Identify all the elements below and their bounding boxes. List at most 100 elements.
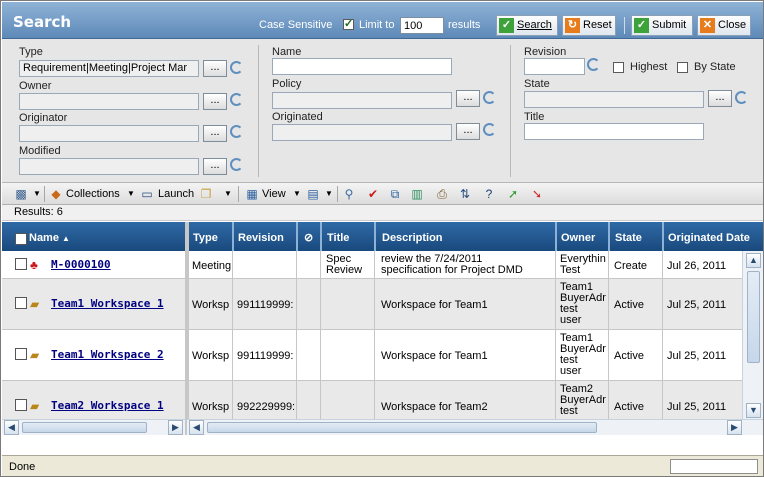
sort-icon[interactable]: ⇅ bbox=[458, 187, 472, 201]
attachment-icon[interactable]: ⊘ bbox=[298, 222, 320, 251]
column-header-type[interactable]: Type bbox=[187, 222, 231, 251]
originated-field[interactable] bbox=[272, 124, 452, 141]
row-checkbox[interactable] bbox=[15, 348, 27, 360]
modified-chooser-button[interactable]: ... bbox=[203, 158, 227, 175]
frozen-scroll-thumb[interactable] bbox=[22, 422, 147, 433]
view-menu[interactable]: View bbox=[262, 186, 286, 202]
row-name-link[interactable]: Team1 Workspace 1 bbox=[51, 297, 164, 310]
search-button[interactable]: ✓ Search bbox=[496, 15, 558, 36]
table-row[interactable]: ♣ M-0000100 Meeting Spec Review review t… bbox=[2, 251, 743, 279]
column-header-owner[interactable]: Owner bbox=[555, 222, 607, 251]
originator-chooser-button[interactable]: ... bbox=[203, 125, 227, 142]
column-separator bbox=[258, 45, 259, 177]
table-icon[interactable]: ▤ bbox=[306, 187, 320, 201]
row-checkbox[interactable] bbox=[15, 258, 27, 270]
policy-refresh-icon[interactable] bbox=[483, 91, 496, 104]
vertical-scrollbar[interactable]: ▲ ▼ bbox=[742, 251, 763, 419]
originator-label: Originator bbox=[19, 112, 68, 124]
scroll-right-button[interactable]: ▶ bbox=[727, 420, 742, 435]
frozen-column-divider[interactable] bbox=[185, 222, 189, 435]
frozen-horizontal-scrollbar[interactable]: ◀ ▶ bbox=[2, 419, 185, 435]
by-state-checkbox[interactable] bbox=[677, 62, 688, 73]
row-checkbox[interactable] bbox=[15, 399, 27, 411]
help-icon[interactable]: ? bbox=[482, 187, 496, 201]
type-refresh-icon[interactable] bbox=[230, 61, 243, 74]
print-icon[interactable]: ⎙ bbox=[435, 187, 449, 201]
title-field[interactable] bbox=[524, 123, 704, 140]
type-label: Type bbox=[19, 46, 43, 58]
originated-refresh-icon[interactable] bbox=[483, 123, 496, 136]
collections-chevron-down-icon[interactable]: ▼ bbox=[124, 187, 138, 201]
policy-field[interactable] bbox=[272, 92, 452, 109]
originator-field[interactable] bbox=[19, 125, 199, 142]
binoculars-icon[interactable]: ▩ bbox=[14, 187, 28, 201]
chevron-down-icon[interactable]: ▼ bbox=[30, 187, 44, 201]
column-line bbox=[232, 251, 233, 435]
horizontal-scrollbar[interactable]: ◀ ▶ bbox=[187, 419, 763, 435]
reset-button[interactable]: ↻ Reset bbox=[562, 15, 616, 36]
column-header-title[interactable]: Title bbox=[321, 222, 373, 251]
table-row[interactable]: ▰ Team1 Workspace 2 Worksp 991119999: Wo… bbox=[2, 330, 743, 381]
view-chevron-down-icon[interactable]: ▼ bbox=[290, 187, 304, 201]
column-header-description[interactable]: Description bbox=[376, 222, 554, 251]
modified-refresh-icon[interactable] bbox=[230, 158, 243, 171]
checkmark-icon[interactable]: ✔ bbox=[366, 187, 380, 201]
collections-menu[interactable]: Collections bbox=[66, 186, 120, 202]
scroll-left-button[interactable]: ◀ bbox=[189, 420, 204, 435]
limit-checkbox[interactable] bbox=[343, 17, 354, 30]
close-button-label: Close bbox=[718, 19, 747, 31]
scroll-down-button[interactable]: ▼ bbox=[746, 403, 761, 418]
owner-refresh-icon[interactable] bbox=[230, 93, 243, 106]
title-label: Title bbox=[524, 111, 545, 123]
state-field[interactable] bbox=[524, 91, 704, 108]
arrow-up-icon[interactable]: ➚ bbox=[506, 187, 520, 201]
table-chevron-down-icon[interactable]: ▼ bbox=[322, 187, 336, 201]
type-chooser-button[interactable]: ... bbox=[203, 60, 227, 77]
frozen-scroll-right-button[interactable]: ▶ bbox=[168, 420, 183, 435]
launch-button[interactable]: Launch bbox=[158, 186, 194, 202]
export-icon[interactable]: ▥ bbox=[410, 187, 424, 201]
row-name-link[interactable]: Team2 Workspace 1 bbox=[51, 399, 164, 412]
vertical-scroll-thumb[interactable] bbox=[747, 271, 760, 363]
status-text: Done bbox=[9, 461, 36, 473]
frozen-scroll-left-button[interactable]: ◀ bbox=[4, 420, 19, 435]
scroll-up-button[interactable]: ▲ bbox=[746, 253, 761, 268]
limit-label: Limit to bbox=[359, 19, 395, 31]
revision-refresh-icon[interactable] bbox=[587, 58, 600, 71]
limit-input[interactable] bbox=[400, 17, 444, 34]
compare-icon[interactable]: ⧉ bbox=[388, 187, 402, 201]
originated-chooser-button[interactable]: ... bbox=[456, 123, 480, 140]
arrow-down-icon[interactable]: ➘ bbox=[530, 187, 544, 201]
horizontal-scroll-thumb[interactable] bbox=[207, 422, 597, 433]
copy-icon[interactable]: ❐ bbox=[199, 187, 213, 201]
highest-checkbox[interactable] bbox=[613, 62, 624, 73]
owner-chooser-button[interactable]: ... bbox=[203, 93, 227, 110]
column-header-state[interactable]: State bbox=[609, 222, 661, 251]
row-checkbox[interactable] bbox=[15, 297, 27, 309]
workspace-icon: ▰ bbox=[30, 399, 40, 413]
close-button[interactable]: ✕ Close bbox=[697, 15, 751, 36]
state-chooser-button[interactable]: ... bbox=[708, 90, 732, 107]
row-name-link[interactable]: M-0000100 bbox=[51, 258, 111, 271]
column-header-originated[interactable]: Originated Date bbox=[662, 222, 763, 251]
owner-field[interactable] bbox=[19, 93, 199, 110]
submit-button-label: Submit bbox=[652, 19, 687, 31]
submit-button[interactable]: ✓ Submit bbox=[631, 15, 693, 36]
originator-refresh-icon[interactable] bbox=[230, 125, 243, 138]
modified-field[interactable] bbox=[19, 158, 199, 175]
revision-field[interactable] bbox=[524, 58, 585, 75]
policy-chooser-button[interactable]: ... bbox=[456, 90, 480, 107]
row-description: Workspace for Team1 bbox=[381, 300, 488, 311]
state-refresh-icon[interactable] bbox=[735, 91, 748, 104]
row-type: Worksp bbox=[192, 351, 230, 362]
case-sensitive-label[interactable]: Case Sensitive bbox=[259, 19, 332, 31]
table-row[interactable]: ▰ Team1 Workspace 1 Worksp 991119999: Wo… bbox=[2, 279, 743, 330]
type-field[interactable]: Requirement|Meeting|Project Mar bbox=[19, 60, 199, 77]
name-field[interactable] bbox=[272, 58, 452, 75]
row-name-link[interactable]: Team1 Workspace 2 bbox=[51, 348, 164, 361]
column-header-name[interactable]: Name ▲ bbox=[23, 222, 183, 251]
column-header-revision[interactable]: Revision bbox=[232, 222, 296, 251]
row-type: Worksp bbox=[192, 300, 230, 311]
copy-chevron-down-icon[interactable]: ▼ bbox=[221, 187, 235, 201]
filter-icon[interactable]: ⚲ bbox=[342, 187, 356, 201]
